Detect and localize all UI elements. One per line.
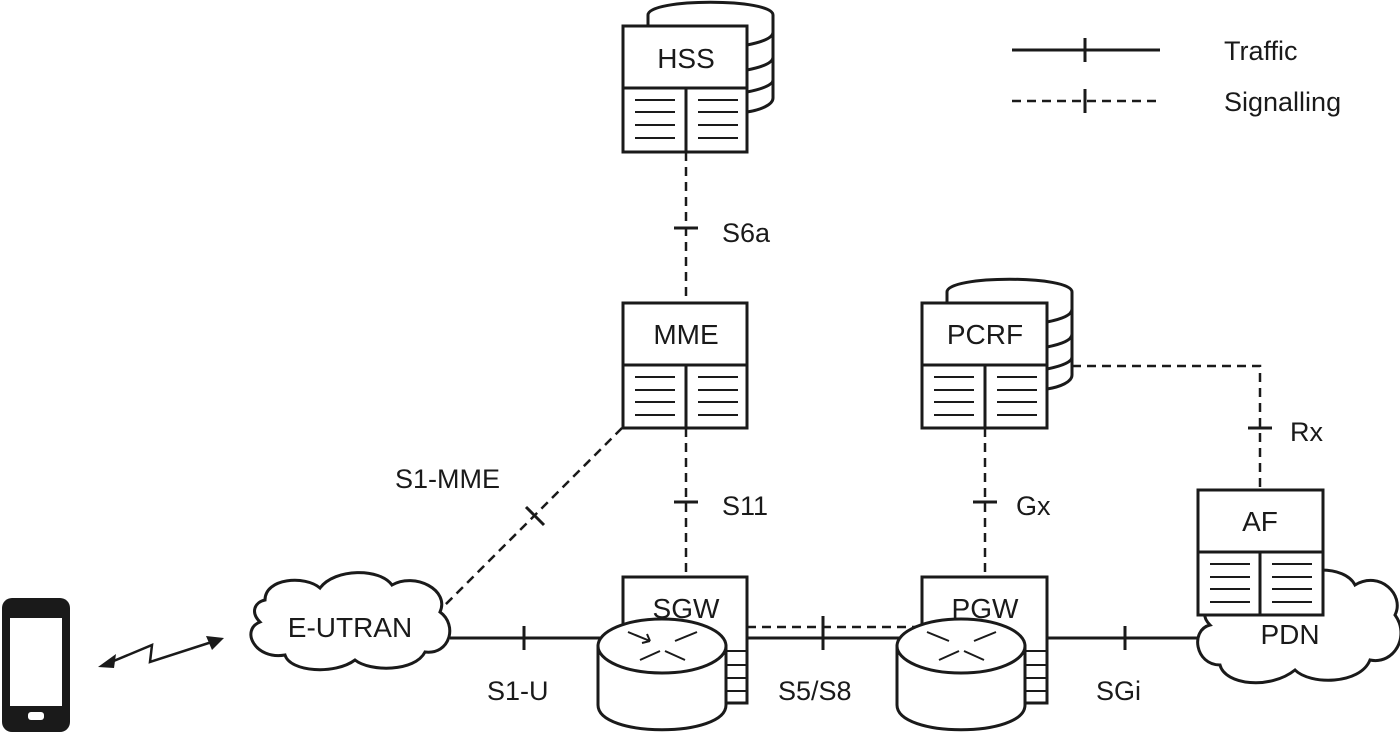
legend: Traffic Signalling [1012, 36, 1341, 117]
traffic-links [450, 616, 1205, 650]
e-utran-cloud: E-UTRAN [249, 571, 452, 672]
legend-signalling-label: Signalling [1224, 87, 1341, 117]
sgw-node: SGW [596, 575, 749, 732]
mme-label: MME [653, 319, 718, 350]
hss-label: HSS [657, 43, 715, 74]
sgi-label: SGi [1096, 676, 1141, 706]
af-node: AF [1196, 488, 1325, 617]
s5-s8-label: S5/S8 [778, 676, 852, 706]
rx-label: Rx [1290, 417, 1323, 447]
mme-node: MME [621, 301, 749, 430]
s1-u-label: S1-U [487, 676, 549, 706]
gx-label: Gx [1016, 491, 1051, 521]
legend-traffic-label: Traffic [1224, 36, 1298, 66]
router-icon [895, 617, 1027, 732]
phone-icon [2, 598, 70, 732]
af-label: AF [1242, 506, 1278, 537]
interface-labels: S6a S11 S1-MME Gx Rx S1-U S5/S8 SGi [395, 218, 1323, 706]
s11-label: S11 [722, 491, 768, 521]
s1-mme-label: S1-MME [395, 464, 500, 494]
rx-link [1072, 364, 1262, 490]
signalling-links [444, 152, 1272, 629]
pcrf-label: PCRF [947, 319, 1023, 350]
router-icon [596, 617, 728, 732]
s6a-label: S6a [722, 218, 771, 248]
lte-architecture-diagram: Traffic Signalling HSS MME PCRF PDN AF S… [0, 0, 1400, 732]
pdn-label: PDN [1260, 619, 1319, 650]
radio-link-icon [98, 636, 224, 668]
pgw-node: PGW [895, 575, 1049, 732]
hss-node: HSS [621, 0, 775, 154]
e-utran-label: E-UTRAN [288, 612, 412, 643]
pcrf-node: PCRF [920, 277, 1074, 430]
